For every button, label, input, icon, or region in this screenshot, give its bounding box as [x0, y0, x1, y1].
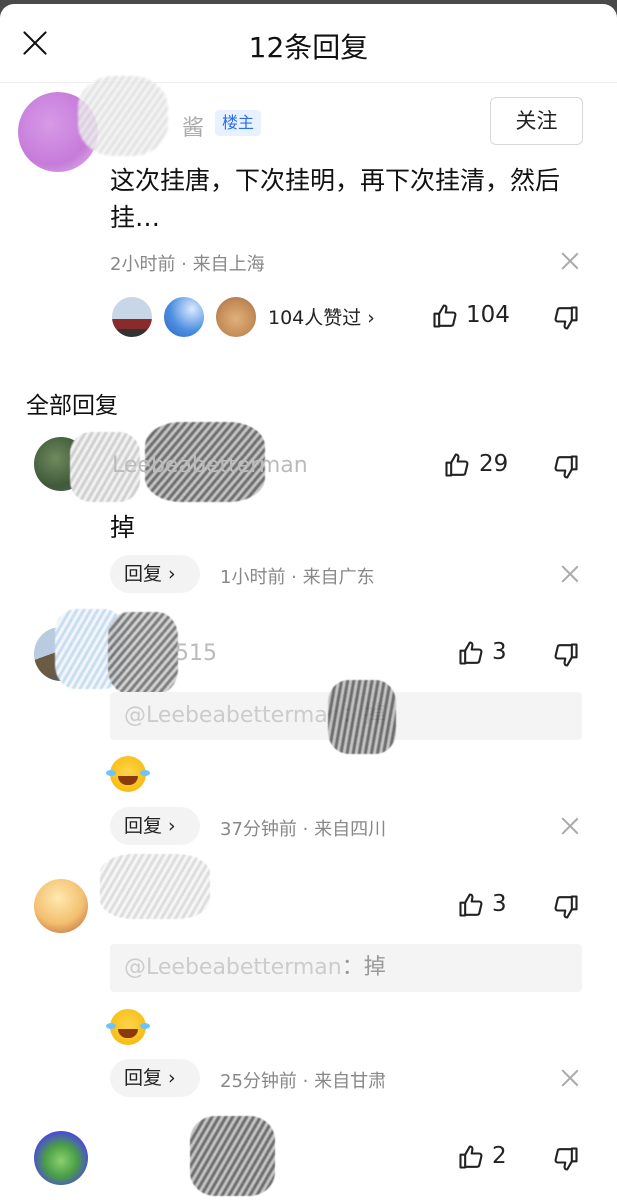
quote-name: @Leebeabetterman	[124, 703, 342, 728]
thumb-up-icon[interactable]	[431, 302, 459, 330]
op-text: 这次挂唐，下次挂明，再下次挂清，然后挂…	[110, 166, 561, 232]
quote-name: @Leebeabetterman	[124, 955, 342, 980]
redaction-scribble	[108, 612, 178, 694]
redaction-scribble	[328, 680, 396, 754]
thumb-down-icon[interactable]	[552, 893, 580, 921]
quote-text: ：掉	[341, 955, 386, 980]
reply-like-count: 3	[492, 891, 507, 917]
op-tag: 楼主	[215, 110, 261, 136]
redaction-scribble	[100, 854, 210, 919]
reply-like-count: 29	[479, 451, 509, 477]
op-name[interactable]: 酱	[182, 110, 204, 142]
dismiss-icon[interactable]	[561, 252, 579, 270]
section-title: 全部回复	[26, 393, 118, 419]
reply-sheet: 12条回复 酱 楼主 关注 这次挂唐，下次挂明，再下次挂清，然后挂… 2小时前 …	[0, 4, 617, 1200]
follow-button[interactable]: 关注	[490, 97, 583, 145]
likes-summary[interactable]: 104人赞过 ›	[268, 303, 375, 330]
thumb-up-icon[interactable]	[457, 639, 485, 667]
reply-button[interactable]: 回复 ›	[110, 807, 200, 845]
thumb-up-icon[interactable]	[457, 891, 485, 919]
reply-name[interactable]: Leebeabetterman	[112, 453, 308, 478]
thumb-down-icon[interactable]	[552, 453, 580, 481]
thumb-up-icon[interactable]	[443, 451, 471, 479]
reply-meta: 37分钟前 · 来自四川	[220, 819, 387, 840]
quoted-reply[interactable]: @Leebeabetterman：掉	[110, 944, 582, 992]
liker-avatar	[214, 295, 258, 339]
dismiss-icon[interactable]	[561, 817, 579, 835]
reply-avatar[interactable]	[34, 879, 88, 933]
thumb-down-icon[interactable]	[552, 1145, 580, 1173]
thumb-up-icon[interactable]	[457, 1143, 485, 1171]
page-title: 12条回复	[248, 31, 369, 64]
liker-avatar	[162, 295, 206, 339]
op-like-count: 104	[466, 302, 510, 328]
reply-like-count: 2	[492, 1143, 507, 1169]
reply-meta: 25分钟前 · 来自甘肃	[220, 1071, 387, 1092]
op-meta: 2小时前 · 来自上海	[110, 254, 265, 275]
top-bar: 12条回复	[0, 4, 617, 83]
thumb-down-icon[interactable]	[552, 641, 580, 669]
thumb-down-icon[interactable]	[552, 304, 580, 332]
dismiss-icon[interactable]	[561, 565, 579, 583]
reply-button[interactable]: 回复 ›	[110, 1059, 200, 1097]
reply-avatar[interactable]	[34, 1131, 88, 1185]
dismiss-icon[interactable]	[561, 1069, 579, 1087]
laughing-emoji-icon	[106, 756, 146, 792]
reply-like-count: 3	[492, 639, 507, 665]
redaction-scribble	[190, 1116, 275, 1196]
liker-avatar	[110, 295, 154, 339]
reply-meta: 1小时前 · 来自广东	[220, 567, 375, 588]
reply-text: 掉	[110, 513, 136, 542]
reply-button[interactable]: 回复 ›	[110, 555, 200, 593]
redaction-scribble	[78, 76, 168, 156]
laughing-emoji-icon	[106, 1009, 146, 1045]
reply-name[interactable]: 515	[175, 641, 217, 666]
